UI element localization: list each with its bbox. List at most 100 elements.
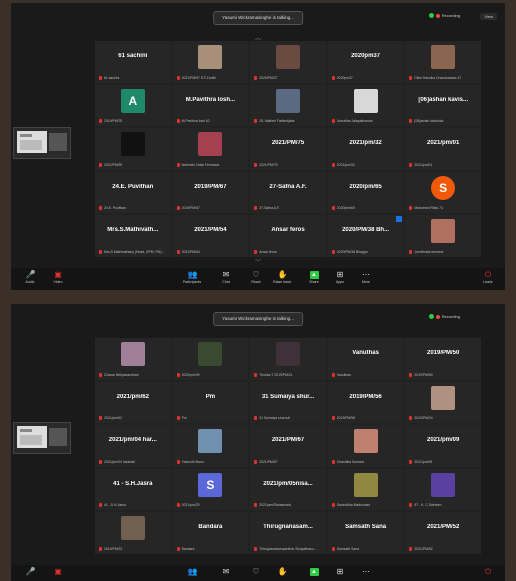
participant-tile[interactable]: S Mohamed Rifas 74 [405,171,481,214]
mic-muted-icon [409,119,413,124]
view-button[interactable]: View [480,13,497,20]
participant-tile[interactable]: 2019/PM/67 2019/PM/67 [172,171,249,214]
page-down-chevron[interactable]: ﹀ [255,257,261,266]
more-button[interactable]: ⋯ More [355,271,377,285]
participant-tile[interactable]: 2019/PM/50 2019/PM/50 [405,338,481,380]
mic-muted-icon [254,416,258,421]
participant-tile[interactable]: 2020/PM/24 [405,381,481,424]
shared-screen-thumbnail-2[interactable] [13,422,71,454]
participant-caption: Thurika T 2019/PM/21 [254,372,293,377]
shared-screen-thumbnail[interactable] [13,127,71,159]
mic-muted-icon [331,459,335,464]
leave-button-2[interactable]: ⏻ [477,568,499,577]
participant-tile[interactable]: Thurika T 2019/PM/21 [250,338,326,380]
participant-tile[interactable]: 2021/pm/05nisa... 2021/pm/05nisamala [250,468,326,511]
participant-tile[interactable]: Mrs.S.Mathivath... Mrs.S.Mathivathany (He… [95,215,171,257]
mic-muted-icon [176,249,180,254]
participant-tile[interactable]: 25. Mathmi Fathimijaba [250,84,326,127]
participant-tile[interactable]: 2021/PM/52 2021/PM/52 [405,512,481,554]
shared-screen-preview [17,131,47,153]
mic-muted-icon [254,546,258,551]
participant-photo [198,429,223,454]
chat-icon: ✉ [222,567,230,576]
apps-button[interactable]: ⊞ Apps [329,271,351,285]
participant-tile[interactable]: 2019/PM/22 [95,512,171,554]
participant-caption-text: Bandara [181,546,195,551]
participant-tile[interactable]: S 2021/pm/29 [172,468,249,511]
active-speaker-banner: Yasumi Wickramasinghe is talking... [213,11,303,25]
participant-tile[interactable]: Dilmi Hansika Chandradasa 47 [405,41,481,83]
leave-button[interactable]: ⏻ Leave [477,271,499,285]
audio-button[interactable]: 🎤 Audio [19,271,41,285]
participant-tile[interactable]: 2020/pm/65 2020/pm/65 [327,171,404,214]
participant-tile[interactable]: Samsath Sana Samsath Sana [327,512,404,554]
mic-muted-icon [254,503,258,508]
participant-tile[interactable]: 31 Sumaiya shur... 31 Sumaiya shurouli [250,381,326,424]
participant-tile[interactable]: Pm Pm [172,381,249,424]
react-button[interactable]: ♡ React [245,271,267,285]
video-button-2[interactable]: ▣ [47,568,69,577]
participant-caption: 41 - S.H.Jasra [99,503,126,508]
participant-tile[interactable]: Nethmini Vidwi Fernando [172,128,249,170]
participant-tile[interactable]: Ansar feros Ansar feros [250,215,326,257]
participant-tile[interactable]: 61 sachini 61 sachini [95,41,171,83]
participant-tile[interactable]: Jumaitha Jalapathaman [327,84,404,127]
share-button[interactable]: ▲ Share [303,271,325,284]
participant-name: 2019/PM/56 [349,393,382,400]
participant-tile[interactable]: 2021/PM/90 [95,128,171,170]
participant-tile[interactable]: M.Pavithra losh... M.Pavithra losh 62 [172,84,249,127]
participant-tile[interactable]: 2020pm37 2020pm37 [327,41,404,83]
participant-tile[interactable]: 2021/pm/09 2021/pm/09 [405,425,481,467]
participant-tile[interactable]: Jeevithalai esmond [405,215,481,257]
participant-tile[interactable]: 41 - S.H.Jasra 41 - S.H.Jasra [95,468,171,511]
participant-tile[interactable]: 2021/pm/62 2021/pm/62 [95,381,171,424]
participant-tile[interactable]: 27-Safna A.F. 27-Safna A.F. [250,171,326,214]
participant-photo [198,132,223,157]
participant-tile[interactable]: Yashodh Banu [172,425,249,467]
participant-tile[interactable]: 2021/PM/57 S.F.Zunfiri [172,41,249,83]
react-button-2[interactable]: ♡ [245,568,267,577]
audio-button-2[interactable]: 🎤 [19,568,41,577]
participant-tile[interactable]: Vanuthas Vanuthas [327,338,404,380]
participant-tile[interactable]: [06]ashan kavis... [06]ashan kavishka [405,84,481,127]
page-up-chevron[interactable]: ︿ [255,33,261,42]
chat-button[interactable]: ✉ Chat [215,271,237,285]
mic-muted-icon [409,75,413,80]
participant-tile[interactable]: 2021/pm/01 2021/pm/01 [405,128,481,170]
participant-tile[interactable]: Chandika Kumara [327,425,404,467]
participant-tile[interactable]: A 2019/PM/78 [95,84,171,127]
raise-hand-button[interactable]: ✋ Raise hand [271,271,293,285]
participant-tile[interactable]: 2020/pm/49 [172,338,249,380]
participants-button-2[interactable]: 👥 [181,568,203,577]
participant-tile[interactable]: Thirugnanasam... Thirugnanasampanthar Siv… [250,512,326,554]
participant-caption-text: 2021/PM/57 S.F.Zunfiri [181,75,217,80]
participant-tile[interactable]: 2019/PM/56 2019/PM/56 [327,381,404,424]
participant-tile[interactable]: 2021/PM/67 2021/PM/67 [250,425,326,467]
apps-button-2[interactable]: ⊞ [329,568,351,577]
participant-name: [06]ashan kavis... [418,96,469,103]
participant-tile[interactable]: Chasar Nithyanandhan [95,338,171,380]
more-button-2[interactable]: ⋯ [355,568,377,577]
participant-name: 2020pm37 [351,53,381,59]
participant-tile[interactable]: 2021/pm/32 2021/pm/32 [327,128,404,170]
participant-tile[interactable]: Savinditha Madushani [327,468,404,511]
participants-button[interactable]: 👥 Participants [181,271,203,285]
share-button-2[interactable]: ▲ [303,568,325,577]
mic-muted-icon [409,249,413,254]
participant-tile[interactable]: Bandara Bandara [172,512,249,554]
video-button[interactable]: ▣ Video [47,271,69,285]
participant-tile[interactable]: 24.E. Puvithan 24.E. Puvithan [95,171,171,214]
participant-caption-text: 2020/pm/49 [181,372,200,377]
participant-tile[interactable]: 2021/pm/04 har... 2021/pm/04 harshali [95,425,171,467]
participant-name: 31 Sumaiya shur... [261,393,315,400]
participant-caption-text: Thurika T 2019/PM/21 [259,372,293,377]
chat-button-2[interactable]: ✉ [215,568,237,577]
raise-hand-button-2[interactable]: ✋ [271,568,293,577]
participant-caption-text: 2021/pm/01 [414,162,433,167]
participant-tile[interactable]: 2021/PM/54 2021/PM/54 [172,215,249,257]
participant-tile[interactable]: 2021/PM/75 2021/PM/75 [250,128,326,170]
participant-tile[interactable]: 57 - K. C.Sabreen [405,468,481,511]
participant-tile[interactable]: 2020/PM/38 Bh... 2020/PM/38 Bhagya [327,215,404,257]
participant-tile[interactable]: 2020/PM/27 [250,41,326,83]
participant-photo [353,429,378,454]
